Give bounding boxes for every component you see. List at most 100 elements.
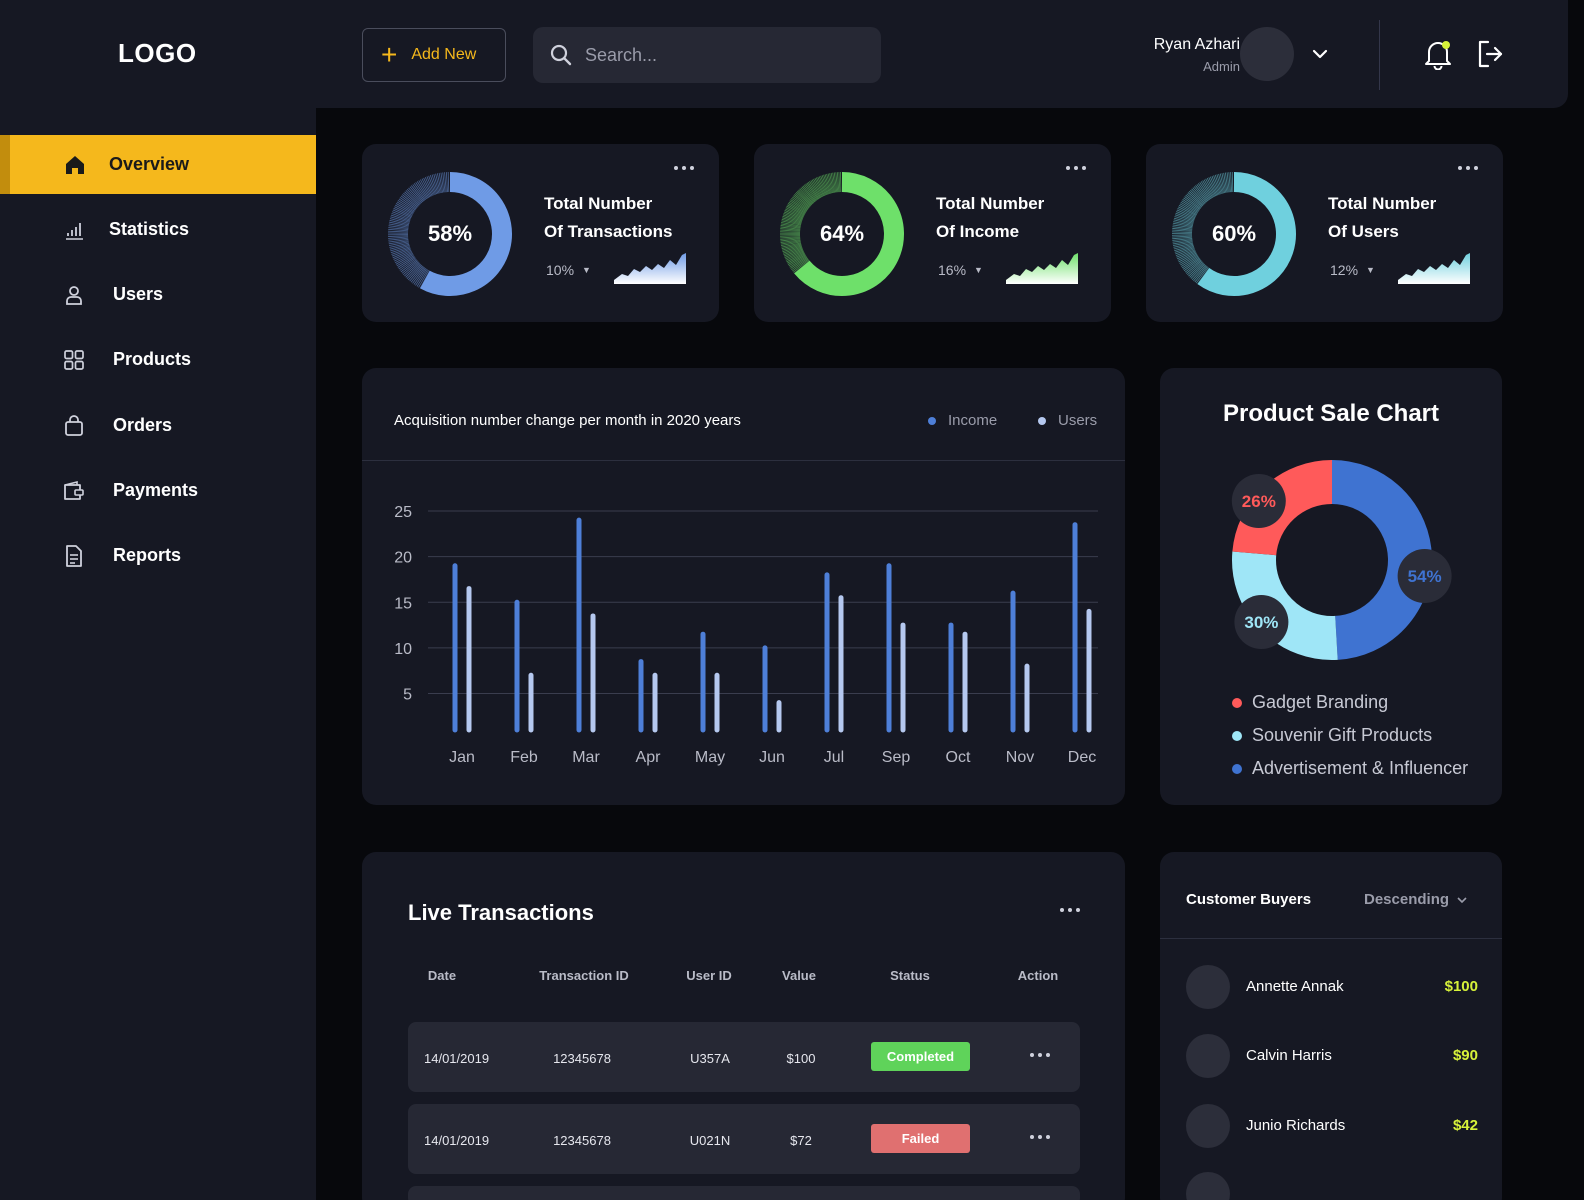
more-options-icon[interactable] [1030, 1133, 1054, 1141]
legend-item-souvenir: Souvenir Gift Products [1232, 725, 1432, 746]
legend-dot [1232, 697, 1242, 708]
section-title: Live Transactions [408, 900, 594, 925]
sort-dropdown[interactable]: Descending [1364, 891, 1469, 908]
chart-title: Product Sale Chart [1222, 400, 1440, 427]
legend-label: Gadget Branding [1252, 692, 1389, 712]
buyer-amount: $90 [1452, 1047, 1478, 1064]
cell-date: 14/01/2019 [424, 1133, 490, 1148]
sort-label: Descending [1364, 891, 1450, 908]
legend-label: Users [1058, 412, 1098, 429]
more-options-icon[interactable] [1066, 164, 1090, 172]
table-row: 14/01/2019 12345678 U357A $100 Completed [408, 1022, 1080, 1092]
plus-icon: + [381, 39, 398, 70]
cell-transaction-id: 12345678 [553, 1051, 611, 1066]
column-header: Status [890, 968, 930, 983]
sidebar-item-statistics[interactable]: Statistics [0, 200, 316, 259]
list-item[interactable]: Junio Richards $42 [1186, 1104, 1478, 1148]
sidebar-item-reports[interactable]: Reports [0, 526, 316, 585]
more-options-icon[interactable] [1030, 1051, 1054, 1059]
x-tick-label: Dec [1068, 749, 1096, 766]
bar-chart: 5 10 15 20 25 Jan Feb Mar Apr May Jun Jul Sep Oct Nov D… [394, 504, 1098, 766]
x-tick-label: Mar [572, 749, 600, 766]
more-options-icon[interactable] [1458, 164, 1482, 172]
bar-chart-card: Acquisition number change per month in 2… [362, 368, 1125, 805]
slice-0 [1331, 460, 1432, 660]
header-divider [1379, 20, 1380, 90]
legend-label: Advertisement & Influencer [1252, 758, 1469, 778]
legend-dot [1232, 763, 1242, 774]
slice-label: 30% [1244, 613, 1278, 632]
stat-change[interactable]: 12% ▼ [1330, 262, 1375, 278]
live-transactions-card: Live Transactions Date Transaction ID Us… [362, 852, 1125, 1200]
cell-value: $100 [786, 1051, 816, 1066]
legend-item-income[interactable]: Income [928, 412, 997, 429]
sidebar-item-label: Users [113, 284, 164, 304]
logout-icon[interactable] [1476, 39, 1504, 69]
buyer-name: Annette Annak [1246, 978, 1344, 995]
list-item[interactable] [1186, 1172, 1478, 1200]
x-tick-label: Feb [510, 749, 538, 766]
document-icon [66, 545, 82, 567]
sparkline-area [1398, 253, 1470, 284]
slice-label: 54% [1408, 567, 1442, 586]
column-header: Date [427, 968, 457, 983]
stat-percent: 64% [819, 221, 865, 246]
sparkline [1006, 253, 1078, 284]
add-new-label: Add New [411, 46, 477, 63]
stat-change[interactable]: 10% ▼ [546, 262, 591, 278]
avatar [1186, 1034, 1230, 1078]
cell-value: $72 [790, 1133, 812, 1148]
caret-down-icon: ▼ [582, 265, 591, 275]
y-tick-label: 15 [394, 595, 412, 612]
legend-dot [928, 416, 936, 425]
legend-dot [1232, 730, 1242, 741]
stat-title: Total Number Of Transactions [544, 194, 673, 241]
wallet-icon [64, 480, 84, 500]
legend-item-gadget-branding: Gadget Branding [1232, 692, 1388, 713]
sparkline-area [1006, 253, 1078, 284]
avatar [1186, 965, 1230, 1009]
x-tick-label: Jul [824, 749, 844, 766]
bell-icon[interactable] [1423, 38, 1453, 70]
user-role: Admin [1203, 59, 1240, 74]
avatar [1186, 1172, 1230, 1200]
user-name: Ryan Azhari [1153, 36, 1240, 53]
legend-item-users[interactable]: Users [1038, 412, 1097, 429]
column-header: Transaction ID [539, 968, 629, 983]
sidebar-item-label: Payments [113, 480, 199, 500]
y-tick-label: 5 [403, 687, 412, 704]
x-tick-label: Apr [636, 749, 662, 766]
x-tick-label: Nov [1006, 749, 1034, 766]
legend-dot [1038, 416, 1046, 425]
sidebar-item-overview[interactable]: Overview [0, 135, 316, 194]
list-item[interactable]: Calvin Harris $90 [1186, 1034, 1478, 1078]
search-input[interactable] [585, 44, 855, 66]
logo: LOGO [118, 38, 197, 68]
status-badge: Completed [871, 1042, 970, 1071]
sidebar-item-users[interactable]: Users [0, 265, 316, 324]
sidebar-item-products[interactable]: Products [0, 330, 316, 389]
stat-card-users: 60% Total Number Of Users 12% ▼ [1146, 144, 1503, 322]
pie-chart-card: Product Sale Chart 54% 30% 26% Gadget Bran… [1160, 368, 1502, 805]
x-tick-label: Jun [759, 749, 785, 766]
chevron-down-icon[interactable] [1310, 44, 1330, 64]
stat-title: Total Number Of Users [1328, 194, 1437, 241]
stat-percent: 60% [1211, 221, 1257, 246]
list-item[interactable]: Annette Annak $100 [1186, 965, 1478, 1009]
chart-title: Acquisition number change per month in 2… [394, 412, 741, 429]
sidebar-item-orders[interactable]: Orders [0, 396, 316, 455]
table-row [408, 1186, 1080, 1200]
stat-change[interactable]: 16% ▼ [938, 262, 983, 278]
y-tick-label: 20 [394, 550, 412, 567]
home-icon [66, 156, 84, 174]
status-badge: Failed [871, 1124, 970, 1153]
avatar[interactable] [1240, 27, 1294, 81]
section-title: Customer Buyers [1186, 891, 1312, 908]
chevron-down-icon [1457, 896, 1467, 903]
shopping-bag-icon [65, 415, 83, 436]
more-options-icon[interactable] [1060, 906, 1084, 914]
sidebar-item-payments[interactable]: Payments [0, 461, 316, 520]
add-new-button[interactable]: + Add New [362, 28, 506, 82]
more-options-icon[interactable] [674, 164, 698, 172]
stat-percent: 58% [427, 221, 473, 246]
